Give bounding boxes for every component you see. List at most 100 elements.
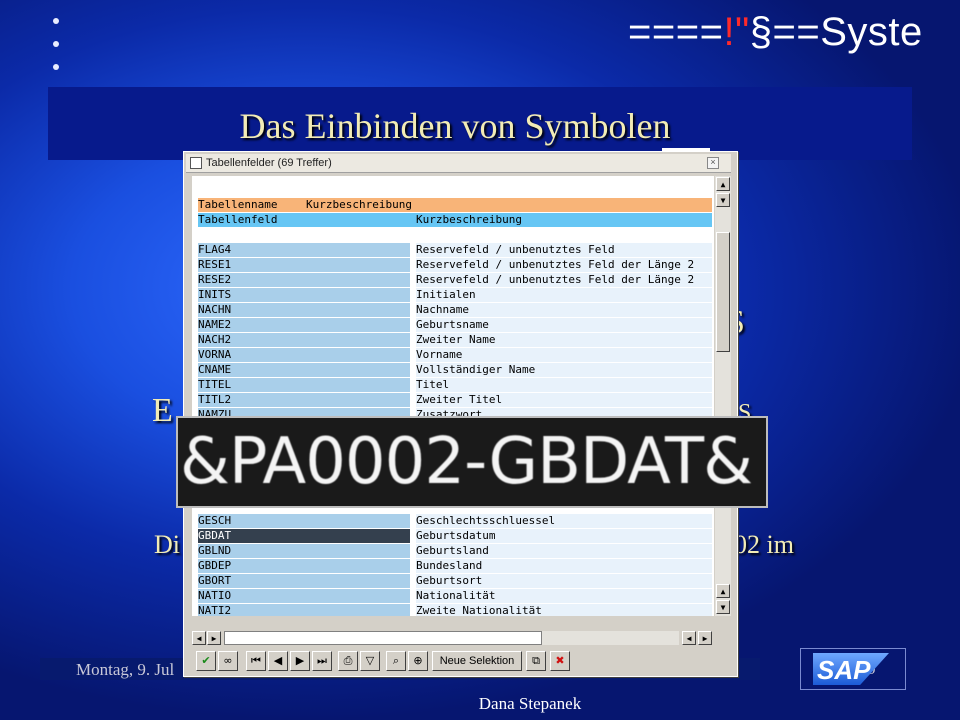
scroll-up-top-icon[interactable]: ▲ — [716, 177, 730, 191]
field-description: Geburtsdatum — [416, 529, 712, 543]
behind-text-di: Di — [154, 530, 180, 559]
table-row[interactable]: GBLND Geburtsland — [196, 544, 712, 558]
last-page-icon[interactable]: ⏭ — [312, 651, 332, 671]
table-row[interactable]: NACHN Nachname — [196, 303, 712, 317]
field-description: Zweiter Titel — [416, 393, 712, 407]
field-name: GBORT — [198, 574, 410, 588]
field-name: RESE2 — [198, 273, 410, 287]
table-row[interactable]: TITL2 Zweiter Titel — [196, 393, 712, 407]
header-row-tablefield: Tabellenfeld Kurzbeschreibung — [196, 213, 712, 227]
table-row[interactable]: GBDEP Bundesland — [196, 559, 712, 573]
field-description: Geschlechtsschluessel — [416, 514, 712, 528]
table-row[interactable]: GESCH Geschlechtsschluessel — [196, 514, 712, 528]
field-name: TITL2 — [198, 393, 410, 407]
scroll-left-start-icon[interactable]: ◀ — [192, 631, 206, 645]
field-description: Zweite Nationalität — [416, 604, 712, 616]
prev-page-icon[interactable]: ◀ — [268, 651, 288, 671]
table-row[interactable]: NATI2 Zweite Nationalität — [196, 604, 712, 616]
sap-logo: SAP — [800, 648, 906, 690]
field-name: FLAG4 — [198, 243, 410, 257]
field-name: TITEL — [198, 378, 410, 392]
field-name: NAME2 — [198, 318, 410, 332]
copy-icon[interactable]: ⧉ — [526, 651, 546, 671]
field-name: INITS — [198, 288, 410, 302]
field-description: Initialen — [416, 288, 712, 302]
field-description: Reservefeld / unbenutztes Feld der Länge… — [416, 273, 712, 287]
header-tablefield-label: Tabellenfeld — [198, 213, 410, 227]
field-description: Vollständiger Name — [416, 363, 712, 377]
field-description: Titel — [416, 378, 712, 392]
sap-logo-text: SAP — [817, 655, 871, 685]
slide-title: Das Einbinden von Symbolen — [239, 106, 671, 146]
header-shortdesc-label: Kurzbeschreibung — [306, 198, 712, 212]
vertical-scrollbar[interactable]: ▲ ▼ ▲ ▼ — [715, 176, 731, 616]
scroll-right-icon[interactable]: ▶ — [698, 631, 712, 645]
field-name: GBLND — [198, 544, 410, 558]
print-icon[interactable]: ⎙ — [338, 651, 358, 671]
field-description: Zweiter Name — [416, 333, 712, 347]
zoomed-symbol-text: &PA0002-GBDAT& — [180, 425, 753, 499]
dialog-titlebar[interactable]: Tabellenfelder (69 Treffer) × — [186, 154, 731, 173]
table-row[interactable]: INITS Initialen — [196, 288, 712, 302]
dialog-toolbar: ✔ ∞ ⏮ ◀ ▶ ⏭ ⎙ ▽ ⌕ ⊕ Neue Selektion ⧉ ✖ — [192, 650, 732, 672]
field-description: Geburtsort — [416, 574, 712, 588]
dialog-title: Tabellenfelder (69 Treffer) — [206, 157, 332, 169]
field-name: GESCH — [198, 514, 410, 528]
find-next-icon[interactable]: ⊕ — [408, 651, 428, 671]
behind-text-02: 02 im — [734, 530, 794, 559]
footer-date: Montag, 9. Jul — [76, 660, 175, 679]
check-icon[interactable]: ✔ — [196, 651, 216, 671]
hscroll-thumb[interactable] — [224, 631, 542, 645]
new-selection-button[interactable]: Neue Selektion — [432, 651, 522, 671]
table-row[interactable]: FLAG4 Reservefeld / unbenutztes Feld — [196, 243, 712, 257]
table-row[interactable]: NATIO Nationalität — [196, 589, 712, 603]
table-row[interactable]: NACH2 Zweiter Name — [196, 333, 712, 347]
dialog-window-icon — [190, 157, 202, 169]
table-row[interactable]: VORNA Vorname — [196, 348, 712, 362]
table-fields-dialog: Tabellenfelder (69 Treffer) × Tabellenna… — [183, 151, 738, 677]
close-icon[interactable]: × — [707, 157, 719, 169]
field-name: GBDAT — [198, 529, 410, 543]
fields-list: Tabellenname Kurzbeschreibung Tabellenfe… — [192, 176, 714, 616]
table-row[interactable]: CNAME Vollständiger Name — [196, 363, 712, 377]
field-description: Nationalität — [416, 589, 712, 603]
scroll-up-icon[interactable]: ▲ — [716, 584, 730, 598]
footer-author: Dana Stepanek — [478, 694, 582, 713]
scroll-down-icon[interactable]: ▼ — [716, 600, 730, 614]
table-row[interactable]: RESE2 Reservefeld / unbenutztes Feld der … — [196, 273, 712, 287]
zoomed-symbol-overlay: &PA0002-GBDAT& — [176, 416, 768, 508]
field-description: Geburtsname — [416, 318, 712, 332]
scroll-right-start-icon[interactable]: ▶ — [207, 631, 221, 645]
field-name: NATI2 — [198, 604, 410, 616]
scroll-down-top-icon[interactable]: ▼ — [716, 193, 730, 207]
header-row-tablename: Tabellenname Kurzbeschreibung — [196, 198, 712, 212]
field-name: RESE1 — [198, 258, 410, 272]
table-row[interactable]: TITEL Titel — [196, 378, 712, 392]
field-name: NATIO — [198, 589, 410, 603]
cancel-icon[interactable]: ✖ — [550, 651, 570, 671]
field-name: CNAME — [198, 363, 410, 377]
table-row[interactable]: RESE1 Reservefeld / unbenutztes Feld der … — [196, 258, 712, 272]
header-shortdesc2-label: Kurzbeschreibung — [410, 213, 712, 227]
table-row[interactable]: GBORT Geburtsort — [196, 574, 712, 588]
scroll-thumb[interactable] — [716, 232, 730, 352]
horizontal-scrollbar[interactable]: ◀ ▶ ◀ ▶ — [192, 630, 714, 646]
field-description: Vorname — [416, 348, 712, 362]
glasses-icon[interactable]: ∞ — [218, 651, 238, 671]
brand-banner: ====!"§==Syste — [628, 10, 923, 54]
scroll-left-icon[interactable]: ◀ — [682, 631, 696, 645]
field-name: NACHN — [198, 303, 410, 317]
table-row[interactable]: GBDAT Geburtsdatum — [196, 529, 712, 543]
first-page-icon[interactable]: ⏮ — [246, 651, 266, 671]
find-icon[interactable]: ⌕ — [386, 651, 406, 671]
field-description: Reservefeld / unbenutztes Feld — [416, 243, 712, 257]
filter-icon[interactable]: ▽ — [360, 651, 380, 671]
field-name: NACH2 — [198, 333, 410, 347]
field-description: Bundesland — [416, 559, 712, 573]
field-description: Geburtsland — [416, 544, 712, 558]
table-row[interactable]: NAME2 Geburtsname — [196, 318, 712, 332]
next-page-icon[interactable]: ▶ — [290, 651, 310, 671]
bullet-dots — [50, 18, 62, 87]
field-description: Reservefeld / unbenutztes Feld der Länge… — [416, 258, 712, 272]
field-name: VORNA — [198, 348, 410, 362]
